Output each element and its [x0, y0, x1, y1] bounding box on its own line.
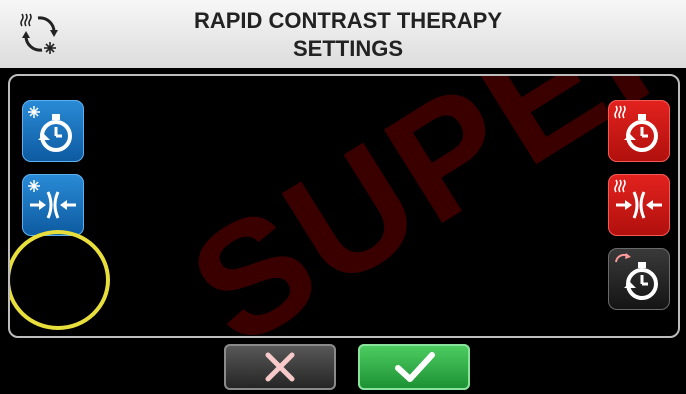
- snowflake-compression-icon: [28, 180, 76, 219]
- heat-timer-button[interactable]: [608, 100, 670, 162]
- heat-timer-icon: [614, 105, 658, 152]
- page-title-line-2: SETTINGS: [292, 36, 403, 61]
- heat-compression-button[interactable]: [608, 174, 670, 236]
- cycle-timer-button[interactable]: [608, 248, 670, 310]
- confirm-button[interactable]: [358, 344, 470, 390]
- watermark-text: SUPER: [161, 74, 680, 338]
- cycle-timer-icon: [615, 253, 658, 300]
- header-bar: RAPID CONTRAST THERAPY SETTINGS: [0, 0, 686, 68]
- page-title-line-1: RAPID CONTRAST THERAPY: [193, 8, 502, 33]
- settings-panel: SUPER: [8, 74, 680, 338]
- hot-cold-cycle-icon[interactable]: [16, 10, 64, 58]
- selection-highlight-ring: [10, 230, 110, 330]
- cold-timer-button[interactable]: [22, 100, 84, 162]
- heat-compression-icon: [614, 179, 662, 219]
- x-icon: [265, 352, 295, 382]
- cancel-button[interactable]: [224, 344, 336, 390]
- checkmark-icon: [395, 352, 435, 382]
- cold-compression-button[interactable]: [22, 174, 84, 236]
- snowflake-timer-icon: [28, 106, 72, 152]
